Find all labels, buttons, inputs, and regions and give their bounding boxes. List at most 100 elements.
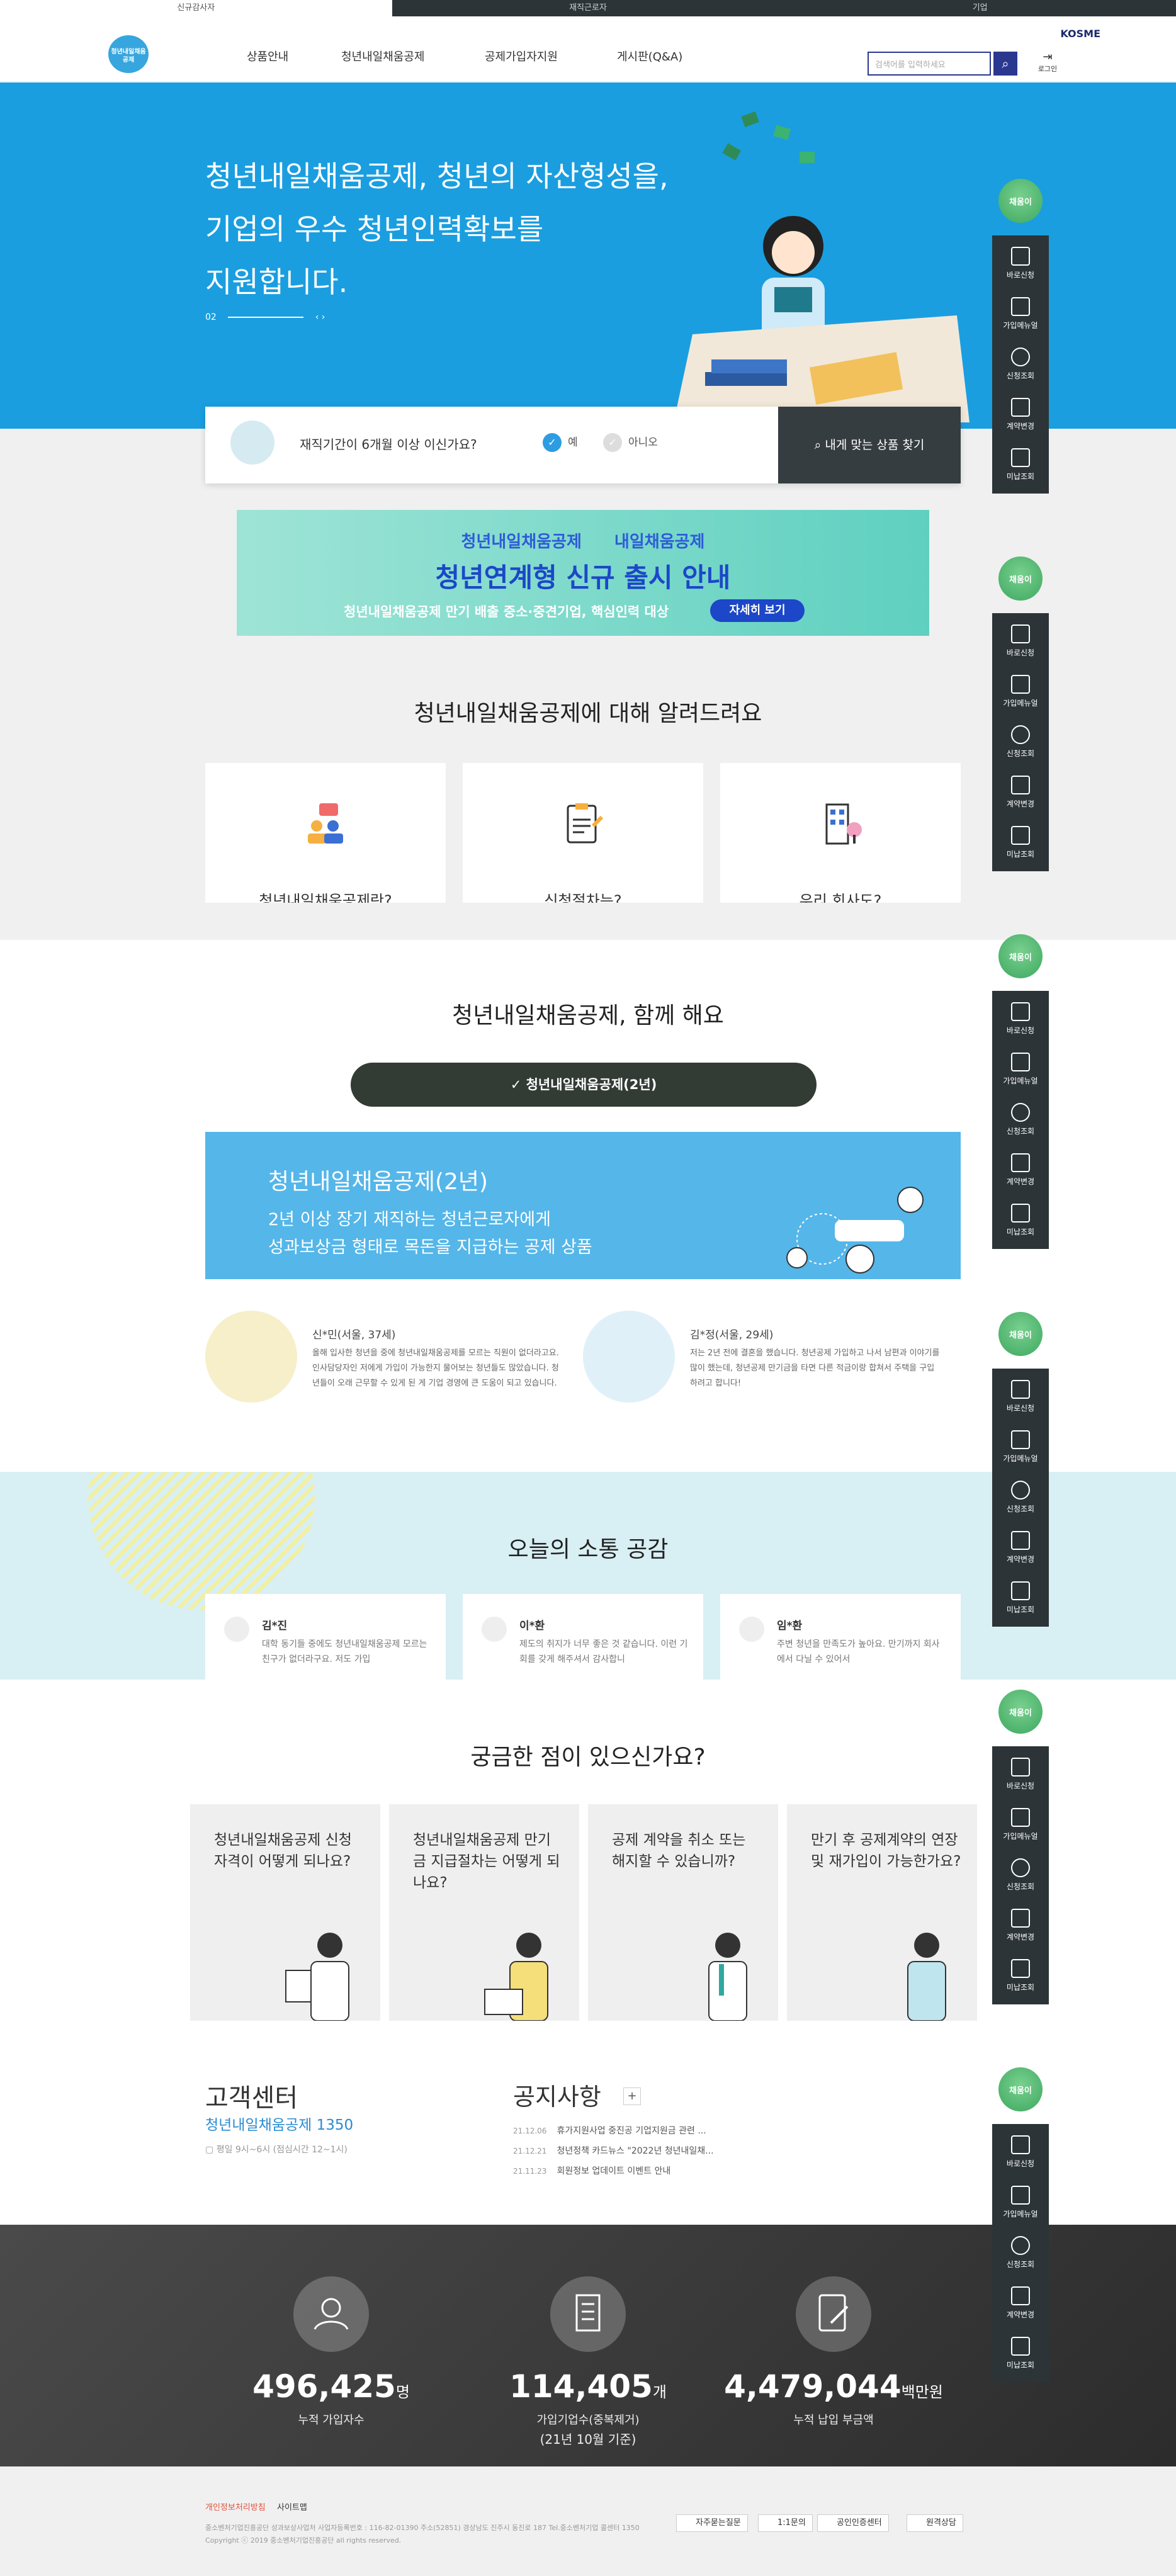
quick-apply[interactable]: 바로신청: [992, 1746, 1049, 1797]
quick-menu-mascot[interactable]: 채움이: [998, 179, 1043, 223]
community-card-3[interactable]: 임*환 주변 청년을 만족도가 높아요. 만기까지 회사에서 다닐 수 있어서: [720, 1594, 961, 1680]
info-card-company[interactable]: 우리 회사도?: [720, 763, 961, 903]
community-card-2[interactable]: 이*환 제도의 취지가 너무 좋은 것 같습니다. 이런 기회를 갖게 해주셔서…: [463, 1594, 703, 1680]
quick-lookup[interactable]: 신청조회: [992, 336, 1049, 387]
faq-card-4[interactable]: 만기 후 공제계약의 연장 및 재가입이 가능한가요?: [787, 1804, 977, 2021]
quick-lookup[interactable]: 신청조회: [992, 1092, 1049, 1142]
quick-change-label: 계약변경: [1006, 1555, 1035, 1564]
privacy-link[interactable]: 개인정보처리방침: [205, 2500, 266, 2512]
search-input[interactable]: 검색어를 입력하세요: [868, 52, 991, 76]
quick-change[interactable]: 계약변경: [992, 2275, 1049, 2325]
quick-manual-label: 가입메뉴얼: [1003, 2210, 1038, 2218]
nav-board[interactable]: 게시판(Q&A): [617, 48, 682, 64]
notice-date: 21.12.21: [513, 2147, 547, 2155]
sitemap-link[interactable]: 사이트맵: [277, 2500, 307, 2512]
quick-manual[interactable]: 가입메뉴얼: [992, 664, 1049, 714]
quick-menu-mascot[interactable]: 채움이: [998, 1690, 1043, 1734]
hero-line-1: 청년내일채움공제, 청년의 자산형성을,: [205, 159, 669, 193]
faq-question: 공제 계약을 취소 또는 해지할 수 있습니까?: [612, 1832, 746, 1870]
quick-change[interactable]: 계약변경: [992, 764, 1049, 815]
quick-manual-label: 가입메뉴얼: [1003, 699, 1038, 708]
search-button[interactable]: ⌕: [993, 52, 1017, 76]
faq-link-button[interactable]: 자주묻는질문: [676, 2514, 748, 2532]
quick-lookup[interactable]: 신청조회: [992, 1847, 1049, 1897]
quick-manual[interactable]: 가입메뉴얼: [992, 286, 1049, 336]
tab-employee[interactable]: 재직근로자: [392, 0, 784, 16]
notice-item[interactable]: 21.11.23 회원정보 업데이트 이벤트 안내: [513, 2164, 670, 2177]
quick-manual-label: 가입메뉴얼: [1003, 1454, 1038, 1463]
quick-menu-mascot[interactable]: 채움이: [998, 556, 1043, 601]
promo-banner[interactable]: 청년내일채움공제 내일채움공제 청년연계형 신규 출시 안내 청년내일채움공제 …: [237, 510, 929, 636]
payment-icon: [796, 2276, 871, 2352]
faq-card-2[interactable]: 청년내일채움공제 만기금 지급절차는 어떻게 되나요?: [389, 1804, 579, 2021]
customer-phone[interactable]: 청년내일채움공제 1350: [205, 2113, 353, 2134]
nav-member-support[interactable]: 공제가입자지원: [485, 48, 558, 64]
tab-company[interactable]: 기업: [784, 0, 1176, 16]
quick-lookup[interactable]: 신청조회: [992, 1469, 1049, 1520]
kosme-logo[interactable]: KOSME: [1060, 28, 1100, 40]
quick-menu-mascot[interactable]: 채움이: [998, 1312, 1043, 1356]
quick-apply[interactable]: 바로신청: [992, 991, 1049, 1041]
inquiry-link-button[interactable]: 1:1문의: [758, 2514, 813, 2532]
quick-unpaid[interactable]: 미납조회: [992, 437, 1049, 487]
unpaid-icon: [1011, 2337, 1030, 2356]
faq-card-1[interactable]: 청년내일채움공제 신청 자격이 어떻게 되나요?: [190, 1804, 380, 2021]
quick-apply[interactable]: 바로신청: [992, 235, 1049, 286]
quick-unpaid[interactable]: 미납조회: [992, 815, 1049, 865]
avatar: [230, 421, 274, 465]
login-button[interactable]: ⇥ 로그인: [1036, 50, 1059, 74]
quick-manual[interactable]: 가입메뉴얼: [992, 1041, 1049, 1092]
site-logo[interactable]: 청년내일채움공제: [108, 35, 149, 73]
product-select-pill[interactable]: ✓ 청년내일채움공제(2년): [351, 1063, 817, 1107]
card-label: 신청절차는?: [544, 892, 622, 903]
quick-manual[interactable]: 가입메뉴얼: [992, 2174, 1049, 2225]
find-product-button[interactable]: ⌕ 내게 맞는 상품 찾기: [778, 407, 961, 483]
banner-title: 청년연계형 신규 출시 안내: [435, 562, 731, 593]
quick-unpaid[interactable]: 미납조회: [992, 1570, 1049, 1620]
notice-more-button[interactable]: +: [623, 2087, 641, 2105]
quick-apply[interactable]: 바로신청: [992, 1369, 1049, 1419]
check-icon: ✓: [510, 1077, 526, 1092]
community-card-1[interactable]: 김*진 대학 동기들 중에도 청년내일채움공제 모르는 친구가 없더라구요. 저…: [205, 1594, 446, 1680]
banner-detail-button[interactable]: 자세히 보기: [710, 599, 805, 622]
quick-lookup[interactable]: 신청조회: [992, 714, 1049, 764]
quick-unpaid[interactable]: 미납조회: [992, 2325, 1049, 2376]
remote-support-button[interactable]: 원격상담: [907, 2514, 963, 2532]
quick-menu-mascot[interactable]: 채움이: [998, 934, 1043, 978]
quick-manual[interactable]: 가입메뉴얼: [992, 1419, 1049, 1469]
quick-menu: 채움이 바로신청 가입메뉴얼 신청조회 계약변경 미납조회: [992, 556, 1049, 871]
radio-no[interactable]: ✓ 아니오: [603, 433, 658, 452]
stat-members-value: 496,425: [252, 2368, 396, 2405]
quick-change[interactable]: 계약변경: [992, 387, 1049, 437]
tab-new-subscriber[interactable]: 신규감사자: [0, 0, 392, 16]
nav-product[interactable]: 상품안내: [247, 48, 288, 64]
quick-apply[interactable]: 바로신청: [992, 613, 1049, 664]
faq-card-3[interactable]: 공제 계약을 취소 또는 해지할 수 있습니까?: [588, 1804, 778, 2021]
slide-indicator[interactable]: 02 ‹ ›: [205, 312, 325, 322]
quick-change[interactable]: 계약변경: [992, 1520, 1049, 1570]
slide-arrows-icon[interactable]: ‹ ›: [315, 312, 325, 322]
quick-unpaid[interactable]: 미납조회: [992, 1948, 1049, 1998]
quick-lookup[interactable]: 신청조회: [992, 2225, 1049, 2275]
eligibility-check-bar: 재직기간이 6개월 이상 이신가요? ✓ 예 ✓ 아니오 ⌕ 내게 맞는 상품 찾기: [205, 407, 961, 483]
edit-icon: [1011, 1909, 1030, 1928]
info-card-procedure[interactable]: 신청절차는?: [463, 763, 703, 903]
comment-text: 제도의 취지가 너무 좋은 것 같습니다. 이런 기회를 갖게 해주셔서 감사합…: [519, 1639, 688, 1664]
cert-center-button[interactable]: 공인인증센터: [817, 2514, 889, 2532]
quick-apply[interactable]: 바로신청: [992, 2124, 1049, 2174]
quick-menu-body: 바로신청 가입메뉴얼 신청조회 계약변경 미납조회: [992, 991, 1049, 1249]
info-card-what[interactable]: 청년내일채움공제란?: [205, 763, 446, 903]
stat-label: 누적 가입자수: [298, 2414, 365, 2427]
notice-item[interactable]: 21.12.21 청년정책 카드뉴스 "2022년 청년내일채...: [513, 2144, 714, 2157]
review-text: 저는 2년 전에 결혼을 했습니다. 청년공제 가입하고 나서 남편과 이야기를…: [690, 1348, 940, 1388]
nav-youth-fund[interactable]: 청년내일채움공제: [341, 48, 424, 64]
unpaid-icon: [1011, 1959, 1030, 1978]
notice-item[interactable]: 21.12.06 휴가지원사업 중진공 기업지원금 관련 ...: [513, 2124, 706, 2137]
quick-manual[interactable]: 가입메뉴얼: [992, 1797, 1049, 1847]
quick-unpaid[interactable]: 미납조회: [992, 1192, 1049, 1243]
quick-change[interactable]: 계약변경: [992, 1897, 1049, 1948]
quick-change[interactable]: 계약변경: [992, 1142, 1049, 1192]
quick-menu-mascot[interactable]: 채움이: [998, 2067, 1043, 2111]
quick-menu: 채움이 바로신청 가입메뉴얼 신청조회 계약변경 미납조회: [992, 1690, 1049, 2004]
radio-yes[interactable]: ✓ 예: [543, 433, 578, 452]
